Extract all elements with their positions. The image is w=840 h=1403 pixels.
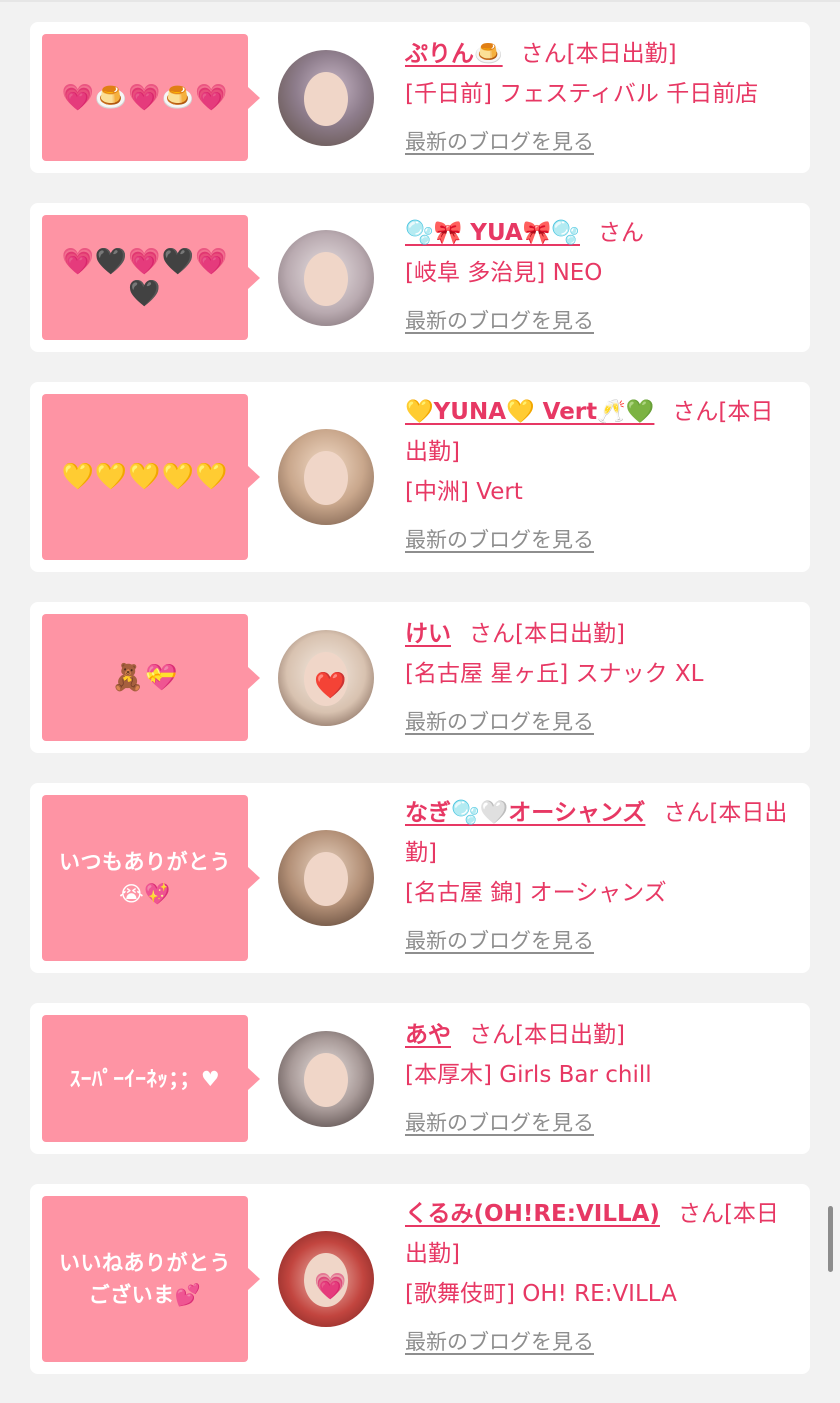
cast-info: ぷりん🍮 さん[本日出勤] [千日前] フェスティバル 千日前店 最新のブログを見… bbox=[405, 34, 795, 162]
name-line: くるみ(OH!RE:VILLA) さん[本日出勤] bbox=[405, 1194, 795, 1274]
name-line: 💛YUNA💛 Vert🥂💚 さん[本日出勤] bbox=[405, 392, 795, 472]
cast-info: なぎ🫧🤍オーシャンズ さん[本日出勤] [名古屋 錦] オーシャンズ 最新のブログ… bbox=[405, 793, 795, 961]
cast-card: 💗🍮💗🍮💗 ぷりん🍮 さん[本日出勤] [千日前] フェスティバル 千日前店 最新… bbox=[30, 22, 810, 173]
shop-label: [千日前] フェスティバル 千日前店 bbox=[405, 81, 759, 107]
message-bubble: 💛💛💛💛💛 bbox=[42, 394, 260, 560]
name-line: あや さん[本日出勤] bbox=[405, 1015, 795, 1055]
cast-name-link[interactable]: けい bbox=[405, 621, 451, 647]
avatar[interactable] bbox=[278, 429, 374, 525]
message-bubble: 💗🍮💗🍮💗 bbox=[42, 34, 260, 161]
cast-info: 🫧🎀 YUA🎀🫧 さん [岐阜 多治見] NEO 最新のブログを見る bbox=[405, 213, 795, 341]
latest-blog-link[interactable]: 最新のブログを見る bbox=[405, 301, 795, 341]
status-label: さん[本日出勤] bbox=[469, 621, 625, 647]
latest-blog-link[interactable]: 最新のブログを見る bbox=[405, 921, 795, 961]
avatar[interactable] bbox=[278, 230, 374, 326]
avatar[interactable] bbox=[278, 830, 374, 926]
cast-info: あや さん[本日出勤] [本厚木] Girls Bar chill 最新のブログを… bbox=[405, 1015, 795, 1143]
message-text: いつもありがとう😭💖 bbox=[59, 850, 231, 906]
heart-icon: ❤️ bbox=[314, 671, 347, 701]
avatar-face bbox=[304, 852, 348, 906]
cast-info: くるみ(OH!RE:VILLA) さん[本日出勤] [歌舞伎町] OH! RE:V… bbox=[405, 1194, 795, 1362]
cast-name-link[interactable]: なぎ🫧🤍オーシャンズ bbox=[405, 800, 645, 826]
avatar[interactable]: 💗 bbox=[278, 1231, 374, 1327]
message-bubble: いいねありがとうございま💕 bbox=[42, 1196, 260, 1362]
name-line: けい さん[本日出勤] bbox=[405, 614, 795, 654]
cast-info: けい さん[本日出勤] [名古屋 星ヶ丘] スナック XL 最新のブログを見る bbox=[405, 614, 795, 742]
cast-name-link[interactable]: ぷりん🍮 bbox=[405, 41, 503, 67]
message-bubble: 💗🖤💗🖤💗🖤 bbox=[42, 215, 260, 340]
latest-blog-link[interactable]: 最新のブログを見る bbox=[405, 1322, 795, 1362]
cast-card: ｽｰﾊﾟｰｲｰﾈｯ；；♥ あや さん[本日出勤] [本厚木] Girls Bar … bbox=[30, 1003, 810, 1154]
name-line: ぷりん🍮 さん[本日出勤] bbox=[405, 34, 795, 74]
message-text: ｽｰﾊﾟｰｲｰﾈｯ；；♥ bbox=[69, 1066, 221, 1091]
avatar-face bbox=[304, 72, 348, 126]
cast-list: 💗🍮💗🍮💗 ぷりん🍮 さん[本日出勤] [千日前] フェスティバル 千日前店 最新… bbox=[30, 22, 810, 1374]
shop-label: [岐阜 多治見] NEO bbox=[405, 260, 603, 286]
name-line: なぎ🫧🤍オーシャンズ さん[本日出勤] bbox=[405, 793, 795, 873]
heart-icon: 💗 bbox=[314, 1272, 347, 1302]
cast-name-link[interactable]: くるみ(OH!RE:VILLA) bbox=[405, 1201, 660, 1227]
avatar[interactable] bbox=[278, 50, 374, 146]
shop-label: [中洲] Vert bbox=[405, 479, 523, 505]
latest-blog-link[interactable]: 最新のブログを見る bbox=[405, 1103, 795, 1143]
cast-info: 💛YUNA💛 Vert🥂💚 さん[本日出勤] [中洲] Vert 最新のブログを見… bbox=[405, 392, 795, 560]
avatar[interactable]: ❤️ bbox=[278, 630, 374, 726]
cast-card: 💗🖤💗🖤💗🖤 🫧🎀 YUA🎀🫧 さん [岐阜 多治見] NEO 最新のブログを見る bbox=[30, 203, 810, 352]
avatar-face bbox=[304, 451, 348, 505]
cast-card: いいねありがとうございま💕 💗 くるみ(OH!RE:VILLA) さん[本日出勤]… bbox=[30, 1184, 810, 1374]
shop-label: [本厚木] Girls Bar chill bbox=[405, 1062, 652, 1088]
avatar-face bbox=[304, 252, 348, 306]
message-text: 💗🍮💗🍮💗 bbox=[61, 82, 229, 113]
cast-card: いつもありがとう😭💖 なぎ🫧🤍オーシャンズ さん[本日出勤] [名古屋 錦] オー… bbox=[30, 783, 810, 973]
status-label: さん bbox=[597, 220, 644, 246]
shop-label: [名古屋 錦] オーシャンズ bbox=[405, 880, 667, 906]
latest-blog-link[interactable]: 最新のブログを見る bbox=[405, 520, 795, 560]
cast-card: 🧸💝 ❤️ けい さん[本日出勤] [名古屋 星ヶ丘] スナック XL 最新のブロ… bbox=[30, 602, 810, 753]
cast-card: 💛💛💛💛💛 💛YUNA💛 Vert🥂💚 さん[本日出勤] [中洲] Vert 最新… bbox=[30, 382, 810, 572]
message-text: いいねありがとうございま💕 bbox=[59, 1251, 231, 1307]
message-text: 💛💛💛💛💛 bbox=[61, 462, 229, 492]
latest-blog-link[interactable]: 最新のブログを見る bbox=[405, 702, 795, 742]
latest-blog-link[interactable]: 最新のブログを見る bbox=[405, 122, 795, 162]
message-bubble: ｽｰﾊﾟｰｲｰﾈｯ；；♥ bbox=[42, 1015, 260, 1142]
cast-name-link[interactable]: 💛YUNA💛 Vert🥂💚 bbox=[405, 399, 654, 425]
status-label: さん[本日出勤] bbox=[520, 41, 677, 67]
name-line: 🫧🎀 YUA🎀🫧 さん bbox=[405, 213, 795, 253]
cast-name-link[interactable]: あや bbox=[405, 1022, 451, 1048]
top-divider bbox=[0, 0, 840, 2]
message-bubble: いつもありがとう😭💖 bbox=[42, 795, 260, 961]
cast-name-link[interactable]: 🫧🎀 YUA🎀🫧 bbox=[405, 220, 580, 246]
shop-label: [歌舞伎町] OH! RE:VILLA bbox=[405, 1281, 677, 1307]
avatar-face bbox=[304, 1053, 348, 1107]
message-bubble: 🧸💝 bbox=[42, 614, 260, 741]
shop-label: [名古屋 星ヶ丘] スナック XL bbox=[405, 661, 704, 687]
message-text: 🧸💝 bbox=[111, 662, 179, 693]
message-text: 💗🖤💗🖤💗🖤 bbox=[61, 246, 229, 309]
avatar[interactable] bbox=[278, 1031, 374, 1127]
status-label: さん[本日出勤] bbox=[469, 1022, 625, 1048]
scrollbar-thumb[interactable] bbox=[828, 1206, 833, 1272]
